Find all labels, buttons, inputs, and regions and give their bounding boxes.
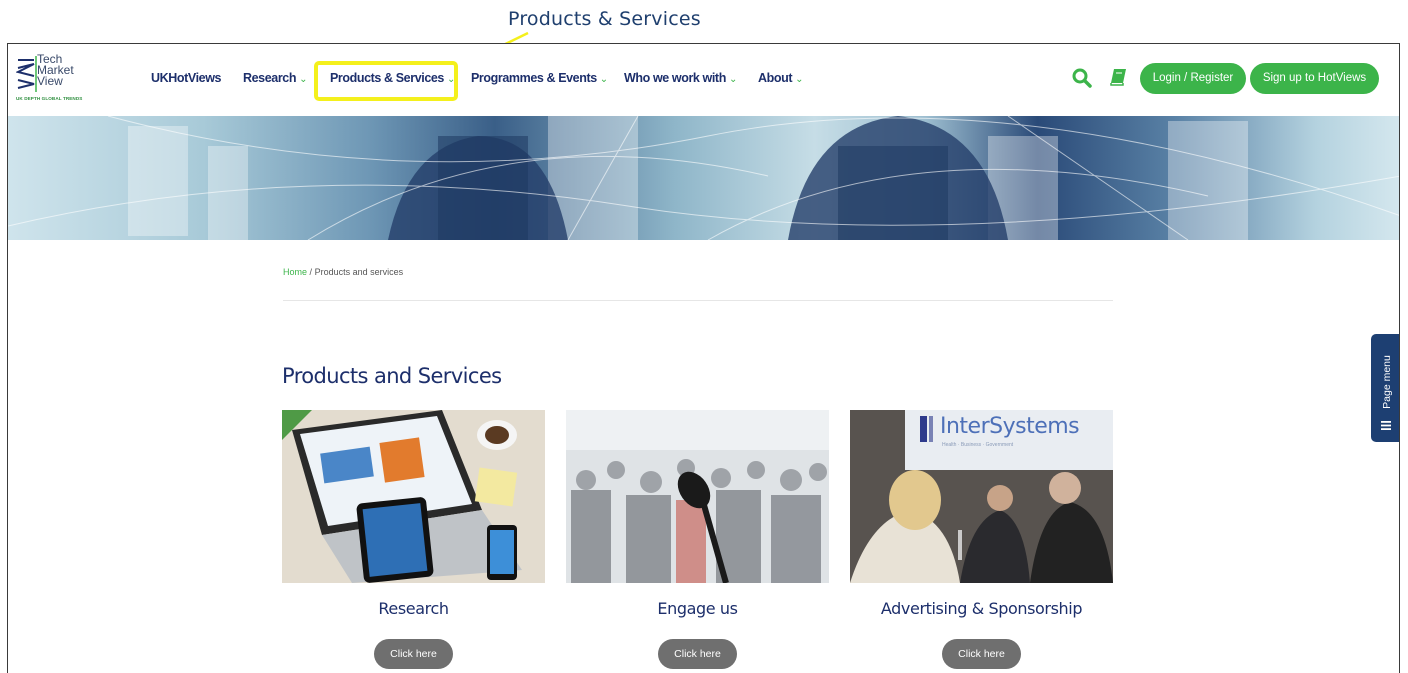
chevron-down-icon: ⌄ [795, 74, 804, 85]
card-advertising-sponsorship: InterSystems Health · Business · Governm… [850, 410, 1113, 669]
breadcrumb-separator: / [309, 267, 313, 277]
hamburger-icon [1381, 421, 1391, 430]
card-title: Engage us [657, 599, 738, 618]
nav-item-research[interactable]: Research ⌄ [243, 71, 307, 85]
logo-text: Tech Market View [37, 53, 74, 88]
signup-hotviews-button[interactable]: Sign up to HotViews [1250, 63, 1379, 94]
nav-item-programmes-events[interactable]: Programmes & Events ⌄ [471, 71, 608, 85]
chevron-down-icon: ⌄ [599, 74, 608, 85]
nav-item-who-we-work-with[interactable]: Who we work with ⌄ [624, 71, 737, 85]
chevron-down-icon: ⌄ [299, 74, 308, 85]
logo-mark-icon [16, 56, 37, 92]
logo-tagline: UK DEPTH GLOBAL TRENDS [16, 96, 83, 101]
chevron-down-icon: ⌄ [728, 74, 737, 85]
hero-banner-illustration [8, 116, 1399, 240]
intersystems-sign-subtext: Health · Business · Government [942, 442, 1014, 448]
click-here-button[interactable]: Click here [374, 639, 453, 669]
nav-item-ukhotviews[interactable]: UKHotViews [151, 71, 221, 85]
click-here-button[interactable]: Click here [942, 639, 1021, 669]
nav-item-label: UKHotViews [151, 71, 222, 85]
event-microphone-illustration [566, 410, 829, 583]
page-menu-tab[interactable]: Page menu [1371, 334, 1399, 442]
login-register-button[interactable]: Login / Register [1140, 63, 1246, 94]
highlight-box [314, 61, 458, 101]
breadcrumb: Home / Products and services [283, 267, 403, 277]
card-research: Research Click here [282, 410, 545, 669]
page-title: Products and Services [282, 364, 502, 388]
breadcrumb-current: Products and services [314, 267, 404, 277]
nav-item-label: Programmes & Events [471, 71, 597, 85]
nav-item-label: Who we work with [624, 71, 726, 85]
card-title: Advertising & Sponsorship [880, 599, 1083, 618]
breadcrumb-divider [283, 300, 1113, 301]
nav-item-label: Research [243, 71, 297, 85]
top-navigation-bar: Tech Market View UK DEPTH GLOBAL TRENDS … [8, 44, 1399, 116]
hero-banner [8, 116, 1399, 240]
engage-us-card-image[interactable] [566, 410, 829, 583]
research-card-image[interactable] [282, 410, 545, 583]
nav-item-about[interactable]: About ⌄ [758, 71, 803, 85]
page-menu-label: Page menu [1381, 355, 1393, 409]
intersystems-sign-text: InterSystems [940, 414, 1080, 439]
logo-line-3: View [37, 74, 63, 88]
callout-label: Products & Services [508, 8, 701, 30]
advertising-sponsorship-card-image[interactable]: InterSystems Health · Business · Governm… [850, 410, 1113, 583]
click-here-button[interactable]: Click here [658, 639, 737, 669]
book-icon[interactable] [1109, 67, 1129, 87]
laptop-desk-illustration [282, 410, 545, 583]
card-title: Research [378, 599, 449, 618]
browser-frame: Tech Market View UK DEPTH GLOBAL TRENDS … [7, 43, 1400, 673]
search-icon[interactable] [1071, 67, 1093, 89]
nav-item-label: About [758, 71, 793, 85]
card-engage-us: Engage us Click here [566, 410, 829, 669]
techmarketview-logo[interactable]: Tech Market View UK DEPTH GLOBAL TRENDS [16, 53, 94, 106]
breadcrumb-home-link[interactable]: Home [283, 267, 307, 277]
